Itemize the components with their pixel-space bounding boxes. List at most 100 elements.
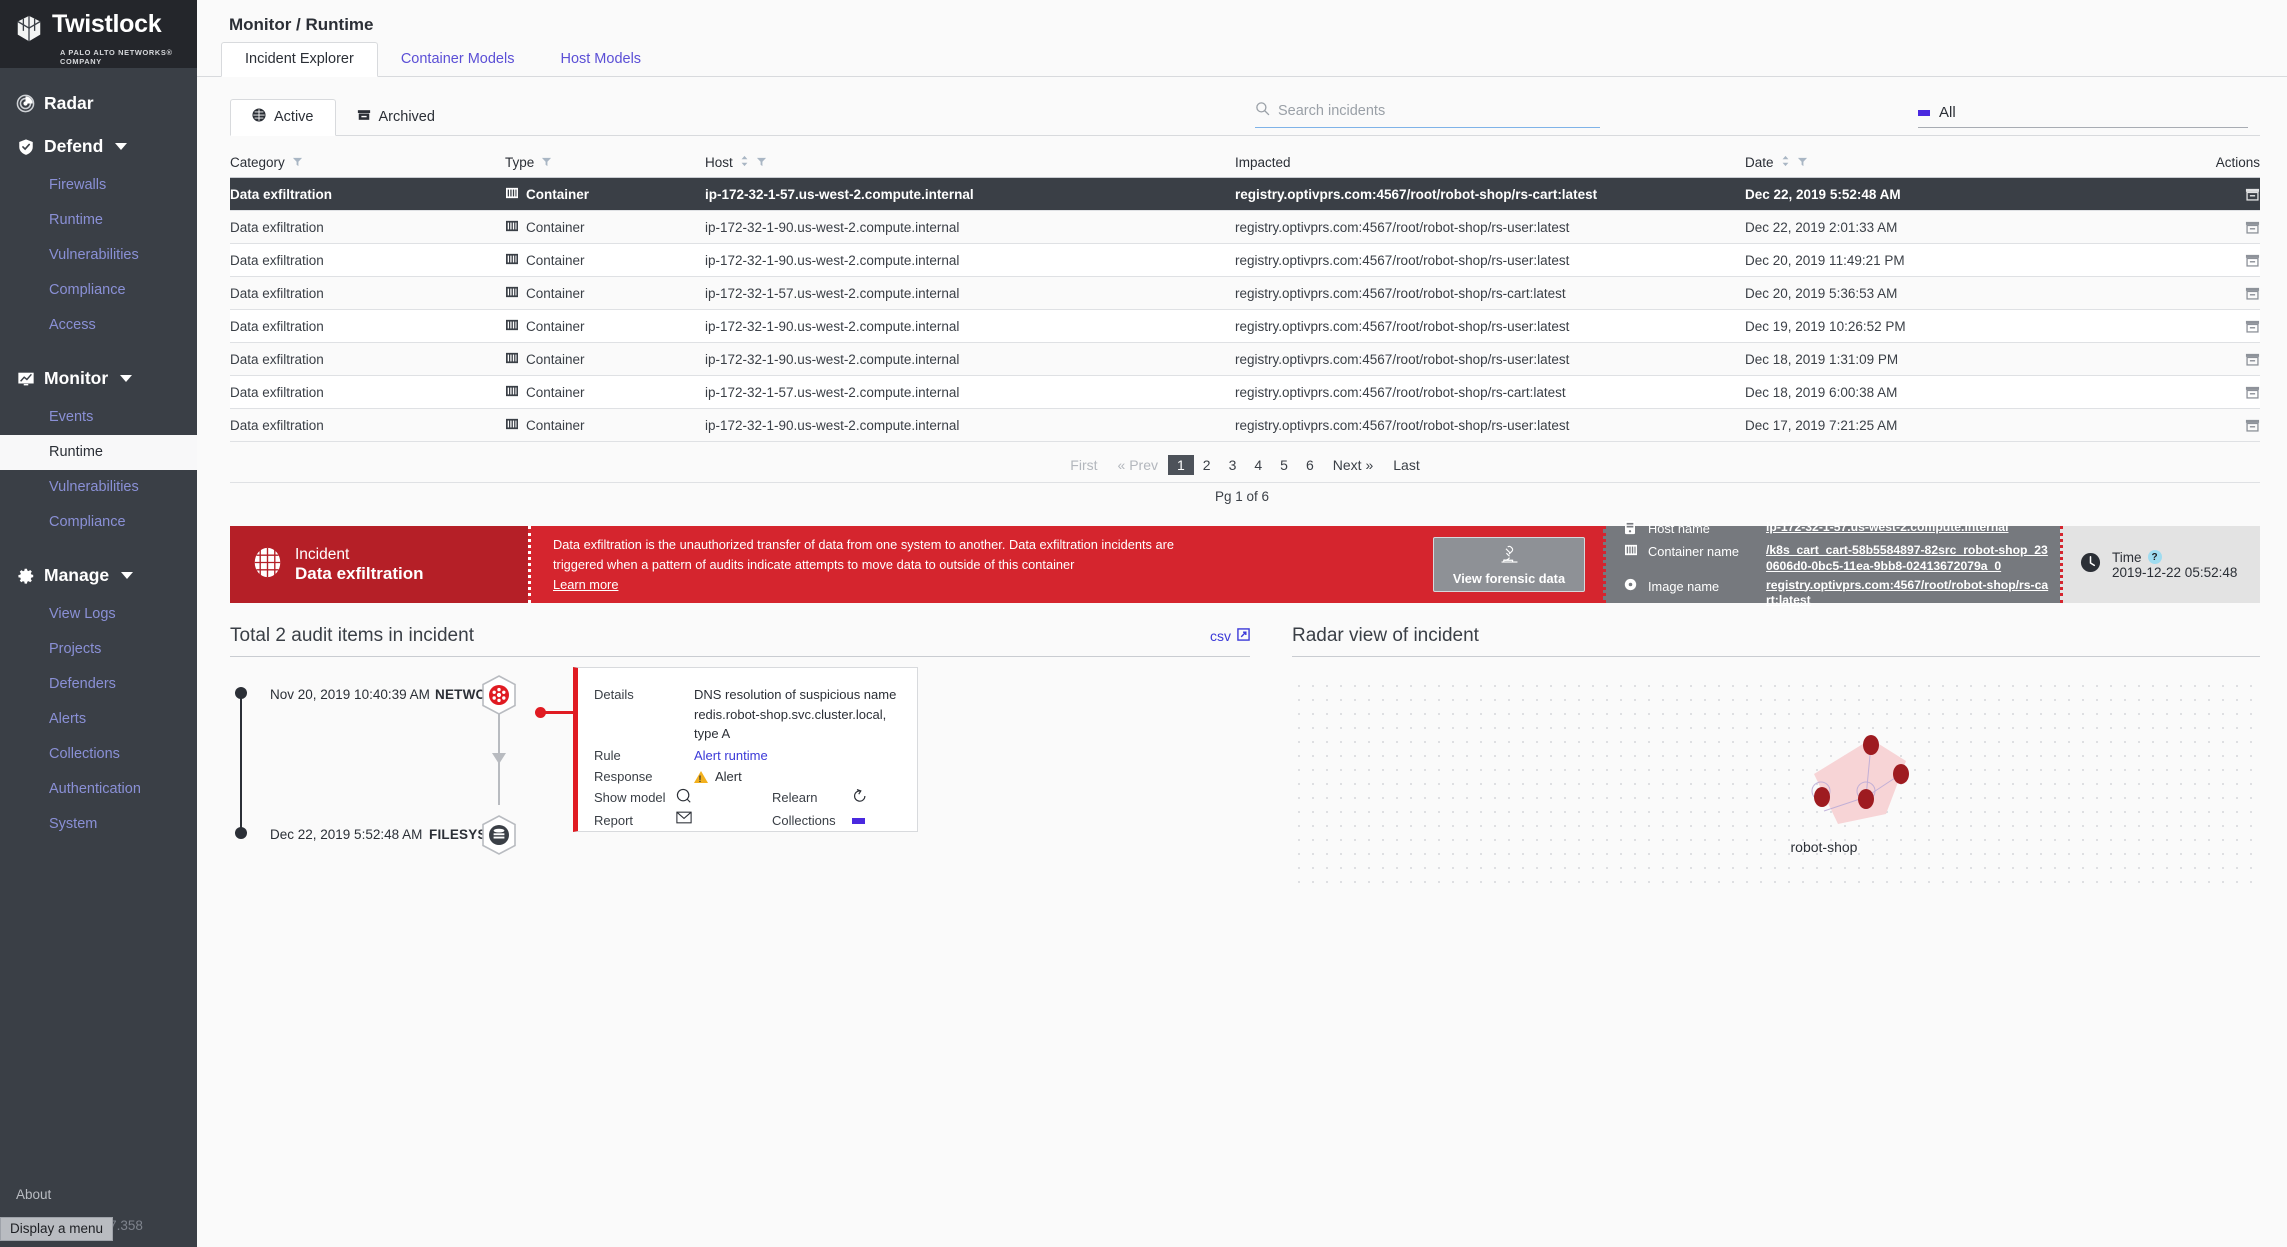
relearn-button[interactable] bbox=[852, 788, 903, 809]
chevron-down-icon bbox=[121, 572, 134, 580]
sidebar-item-defend-runtime[interactable]: Runtime bbox=[0, 203, 197, 238]
rule-value[interactable]: Alert runtime bbox=[694, 746, 903, 766]
view-forensic-data-button[interactable]: View forensic data bbox=[1433, 537, 1585, 592]
sidebar-item-defend-access[interactable]: Access bbox=[0, 308, 197, 343]
search-input[interactable] bbox=[1278, 103, 1600, 119]
table-row[interactable]: Data exfiltration Container ip-172-32-1-57… bbox=[230, 376, 2260, 409]
filter-icon[interactable] bbox=[1797, 155, 1808, 170]
container-name-value[interactable]: /k8s_cart_cart-58b5584897-82src_robot-sh… bbox=[1766, 543, 2050, 574]
archive-row-button[interactable] bbox=[2245, 418, 2260, 433]
archive-row-button[interactable] bbox=[2245, 385, 2260, 400]
sidebar-group-defend[interactable]: Defend bbox=[0, 125, 197, 168]
filter-icon[interactable] bbox=[541, 155, 552, 170]
cell-host: ip-172-32-1-57.us-west-2.compute.interna… bbox=[705, 186, 974, 202]
collections-color-chip[interactable] bbox=[852, 811, 903, 831]
cell-host: ip-172-32-1-90.us-west-2.compute.interna… bbox=[705, 252, 960, 268]
sidebar-group-radar[interactable]: Radar bbox=[0, 82, 197, 125]
table-row[interactable]: Data exfiltration Container ip-172-32-1-57… bbox=[230, 277, 2260, 310]
pagination-page-5[interactable]: 5 bbox=[1271, 455, 1297, 475]
pagination-page-1[interactable]: 1 bbox=[1167, 455, 1194, 475]
brand-logo[interactable]: Twistlock A PALO ALTO NETWORKS® COMPANY bbox=[0, 0, 197, 68]
breadcrumb: Monitor / Runtime bbox=[229, 15, 374, 34]
archive-row-button[interactable] bbox=[2245, 319, 2260, 334]
relearn-label: Relearn bbox=[772, 789, 818, 805]
archive-row-button[interactable] bbox=[2245, 253, 2260, 268]
sidebar-item-monitor-compliance[interactable]: Compliance bbox=[0, 505, 197, 540]
image-name-value[interactable]: registry.optivprs.com:4567/root/robot-sh… bbox=[1766, 578, 2050, 609]
shield-icon bbox=[16, 137, 35, 156]
sidebar-item-defend-firewalls[interactable]: Firewalls bbox=[0, 168, 197, 203]
pagination-page-6[interactable]: 6 bbox=[1297, 455, 1323, 475]
sidebar-group-monitor[interactable]: Monitor bbox=[0, 357, 197, 400]
column-header-actions: Actions bbox=[2045, 155, 2260, 170]
response-value-row: Alert bbox=[694, 767, 903, 787]
sidebar-item-defend-compliance[interactable]: Compliance bbox=[0, 273, 197, 308]
timeline-node-network[interactable] bbox=[481, 675, 517, 715]
table-row[interactable]: Data exfiltration Container ip-172-32-1-90… bbox=[230, 409, 2260, 442]
target-icon bbox=[252, 108, 266, 127]
tab-active[interactable]: Active bbox=[230, 98, 336, 136]
table-row[interactable]: Data exfiltration Container ip-172-32-1-90… bbox=[230, 244, 2260, 277]
pagination-page-2[interactable]: 2 bbox=[1194, 455, 1220, 475]
column-header-host[interactable]: Host bbox=[705, 155, 1235, 170]
report-button[interactable] bbox=[676, 811, 772, 831]
host-name-value[interactable]: ip-172-32-1-57.us-west-2.compute.interna… bbox=[1766, 520, 2050, 536]
column-header-date[interactable]: Date bbox=[1745, 155, 2045, 170]
filter-icon[interactable] bbox=[756, 155, 767, 170]
sidebar-item-manage-defenders[interactable]: Defenders bbox=[0, 667, 197, 702]
time-value: 2019-12-22 05:52:48 bbox=[2112, 564, 2238, 580]
sidebar-item-monitor-events[interactable]: Events bbox=[0, 400, 197, 435]
pagination-page-4[interactable]: 4 bbox=[1245, 455, 1271, 475]
sidebar-item-manage-system[interactable]: System bbox=[0, 807, 197, 842]
timeline-event-date: Dec 22, 2019 5:52:48 AM bbox=[270, 827, 423, 842]
column-header-type[interactable]: Type bbox=[505, 155, 705, 170]
app-root: Twistlock A PALO ALTO NETWORKS® COMPANY … bbox=[0, 0, 2287, 1247]
sidebar-item-manage-authentication[interactable]: Authentication bbox=[0, 772, 197, 807]
table-row[interactable]: Data exfiltration Container ip-172-32-1-90… bbox=[230, 211, 2260, 244]
archive-row-button[interactable] bbox=[2245, 286, 2260, 301]
table-row[interactable]: Data exfiltration Container ip-172-32-1-90… bbox=[230, 343, 2260, 376]
tab-container-models[interactable]: Container Models bbox=[378, 43, 538, 76]
archive-row-button[interactable] bbox=[2245, 352, 2260, 367]
sort-icon[interactable] bbox=[740, 155, 749, 170]
column-header-category[interactable]: Category bbox=[230, 155, 505, 170]
details-label: Details bbox=[594, 687, 634, 702]
about-link[interactable]: About bbox=[0, 1187, 197, 1218]
tab-host-models[interactable]: Host Models bbox=[537, 43, 664, 76]
sidebar-item-monitor-vulnerabilities[interactable]: Vulnerabilities bbox=[0, 470, 197, 505]
tab-archived[interactable]: Archived bbox=[336, 100, 456, 135]
pagination-page-3[interactable]: 3 bbox=[1220, 455, 1246, 475]
collection-filter[interactable]: All bbox=[1918, 104, 2248, 128]
tab-incident-explorer[interactable]: Incident Explorer bbox=[221, 41, 378, 77]
timeline-node-filesystem[interactable] bbox=[481, 815, 517, 855]
pagination-next[interactable]: Next » bbox=[1323, 455, 1383, 475]
help-icon[interactable]: ? bbox=[2147, 550, 2162, 564]
table-row[interactable]: Data exfiltration Container ip-172-32-1-57… bbox=[230, 178, 2260, 211]
sidebar-item-manage-alerts[interactable]: Alerts bbox=[0, 702, 197, 737]
cell-date: Dec 18, 2019 6:00:38 AM bbox=[1745, 384, 1898, 400]
sidebar-item-manage-projects[interactable]: Projects bbox=[0, 632, 197, 667]
table-body: Data exfiltration Container ip-172-32-1-57… bbox=[230, 178, 2260, 442]
sidebar-item-defend-vulnerabilities[interactable]: Vulnerabilities bbox=[0, 238, 197, 273]
cell-date: Dec 20, 2019 11:49:21 PM bbox=[1745, 252, 1905, 268]
sidebar-item-manage-collections[interactable]: Collections bbox=[0, 737, 197, 772]
cell-impacted: registry.optivprs.com:4567/root/robot-sh… bbox=[1235, 219, 1570, 235]
filter-icon[interactable] bbox=[292, 155, 303, 170]
search-box[interactable] bbox=[1255, 101, 1600, 128]
sidebar-item-monitor-runtime[interactable]: Runtime bbox=[0, 435, 197, 471]
sidebar-group-manage[interactable]: Manage bbox=[0, 554, 197, 597]
pagination-first[interactable]: First bbox=[1060, 455, 1107, 475]
pagination-last[interactable]: Last bbox=[1383, 455, 1429, 475]
csv-export-link[interactable]: csv bbox=[1210, 628, 1250, 644]
cell-category: Data exfiltration bbox=[230, 252, 324, 268]
pagination-prev[interactable]: « Prev bbox=[1108, 455, 1168, 475]
sort-icon[interactable] bbox=[1781, 155, 1790, 170]
archive-row-button[interactable] bbox=[2245, 187, 2260, 202]
table-row[interactable]: Data exfiltration Container ip-172-32-1-90… bbox=[230, 310, 2260, 343]
show-model-button[interactable] bbox=[676, 788, 772, 809]
radar-canvas[interactable]: robot-shop bbox=[1292, 679, 2260, 894]
learn-more-link[interactable]: Learn more bbox=[553, 577, 618, 592]
archive-row-button[interactable] bbox=[2245, 220, 2260, 235]
column-header-impacted[interactable]: Impacted bbox=[1235, 155, 1745, 170]
sidebar-item-manage-view-logs[interactable]: View Logs bbox=[0, 597, 197, 632]
